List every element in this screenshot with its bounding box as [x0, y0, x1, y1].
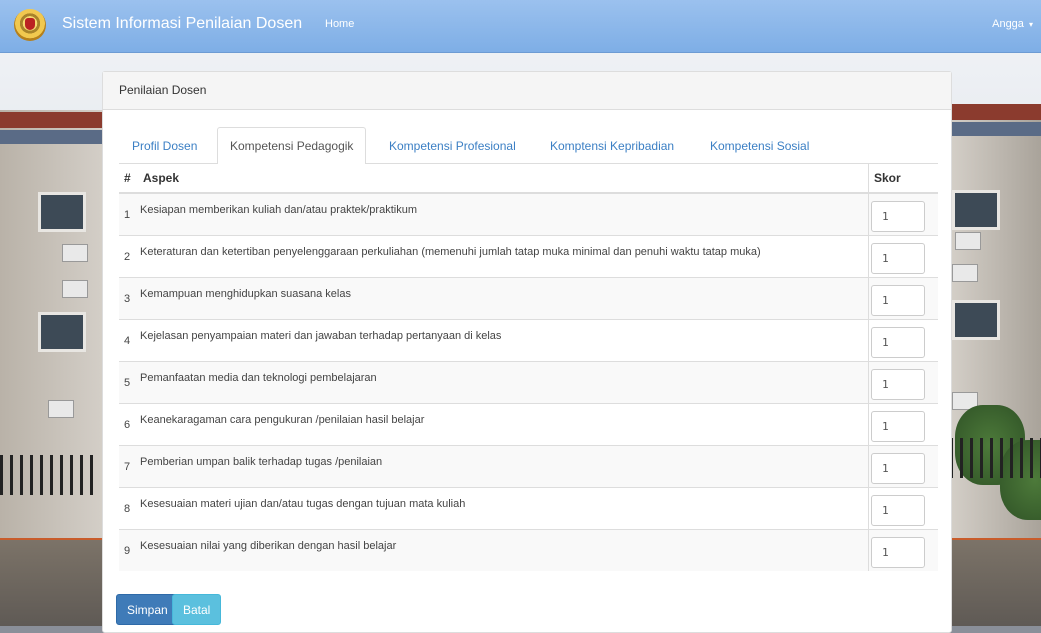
skor-input[interactable]: [871, 327, 925, 358]
row-aspek-cell: Keteraturan dan ketertiban penyelenggara…: [138, 235, 869, 278]
table-row: 7 Pemberian umpan balik terhadap tugas /p…: [119, 445, 938, 488]
row-skor-cell: [868, 403, 938, 446]
tab-kompetensi-profesional[interactable]: Kompetensi Profesional: [376, 127, 529, 163]
save-button[interactable]: Simpan: [116, 594, 179, 625]
row-aspek-text: Kejelasan penyampaian materi dan jawaban…: [140, 329, 502, 342]
row-number: 2: [119, 235, 138, 278]
top-navbar: Sistem Informasi Penilaian Dosen Home An…: [0, 0, 1041, 53]
row-number: 4: [119, 319, 138, 362]
caret-down-icon: ▾: [1028, 20, 1033, 29]
table-row: 5 Pemanfaatan media dan teknologi pembela…: [119, 361, 938, 404]
table-row: 1 Kesiapan memberikan kuliah dan/atau pra…: [119, 192, 938, 236]
row-skor-cell: [868, 361, 938, 404]
assessment-table: # Aspek Skor 1 Kesiapan memberikan kuliah…: [119, 163, 938, 571]
user-name: Angga: [992, 18, 1024, 30]
row-aspek-cell: Pemanfaatan media dan teknologi pembelaj…: [138, 361, 869, 404]
row-number: 6: [119, 403, 138, 446]
row-skor-cell: [868, 319, 938, 362]
table-row: 4 Kejelasan penyampaian materi dan jawaba…: [119, 319, 938, 362]
competency-tabs: Profil Dosen Kompetensi Pedagogik Kompet…: [119, 127, 938, 164]
row-aspek-cell: Pemberian umpan balik terhadap tugas /pe…: [138, 445, 869, 488]
row-aspek-cell: Keanekaragaman cara pengukuran /penilaia…: [138, 403, 869, 446]
skor-input[interactable]: [871, 369, 925, 400]
header-aspek: Aspek: [138, 163, 869, 194]
cancel-button[interactable]: Batal: [172, 594, 222, 625]
row-number: 8: [119, 487, 138, 530]
row-aspek-text: Pemanfaatan media dan teknologi pembelaj…: [140, 371, 377, 384]
table-row: 3 Kemampuan menghidupkan suasana kelas: [119, 277, 938, 320]
table-header-row: # Aspek Skor: [119, 163, 938, 194]
header-skor: Skor: [868, 163, 938, 194]
row-aspek-text: Keteraturan dan ketertiban penyelenggara…: [140, 245, 761, 258]
row-aspek-cell: Kesesuaian nilai yang diberikan dengan h…: [138, 529, 869, 571]
skor-input[interactable]: [871, 495, 925, 526]
row-aspek-cell: Kesesuaian materi ujian dan/atau tugas d…: [138, 487, 869, 530]
row-aspek-text: Kesiapan memberikan kuliah dan/atau prak…: [140, 203, 417, 216]
row-aspek-cell: Kejelasan penyampaian materi dan jawaban…: [138, 319, 869, 362]
row-number: 1: [119, 192, 138, 236]
row-number: 3: [119, 277, 138, 320]
skor-input[interactable]: [871, 285, 925, 316]
row-skor-cell: [868, 529, 938, 571]
skor-input[interactable]: [871, 243, 925, 274]
row-aspek-cell: Kemampuan menghidupkan suasana kelas: [138, 277, 869, 320]
assessment-panel: Penilaian Dosen Profil Dosen Kompetensi …: [102, 71, 952, 633]
app-brand[interactable]: Sistem Informasi Penilaian Dosen: [62, 15, 302, 33]
row-skor-cell: [868, 277, 938, 320]
table-row: 2 Keteraturan dan ketertiban penyelenggar…: [119, 235, 938, 278]
skor-input[interactable]: [871, 201, 925, 232]
row-skor-cell: [868, 192, 938, 236]
nav-home-link[interactable]: Home: [325, 18, 354, 30]
table-row: 8 Kesesuaian materi ujian dan/atau tugas …: [119, 487, 938, 530]
header-num: #: [119, 163, 138, 194]
tab-kompetensi-sosial[interactable]: Kompetensi Sosial: [697, 127, 822, 163]
tab-kompetensi-pedagogik[interactable]: Kompetensi Pedagogik: [217, 127, 367, 164]
row-aspek-text: Kemampuan menghidupkan suasana kelas: [140, 287, 351, 300]
table-row: 6 Keanekaragaman cara pengukuran /penilai…: [119, 403, 938, 446]
row-number: 7: [119, 445, 138, 488]
tab-profil-dosen[interactable]: Profil Dosen: [119, 127, 210, 163]
user-menu[interactable]: Angga ▾: [992, 18, 1033, 30]
table-row: 9 Kesesuaian nilai yang diberikan dengan …: [119, 529, 938, 571]
university-logo-icon[interactable]: [14, 9, 46, 41]
skor-input[interactable]: [871, 453, 925, 484]
row-aspek-text: Pemberian umpan balik terhadap tugas /pe…: [140, 455, 383, 468]
row-number: 5: [119, 361, 138, 404]
row-skor-cell: [868, 235, 938, 278]
row-aspek-text: Kesesuaian materi ujian dan/atau tugas d…: [140, 497, 466, 510]
row-aspek-text: Kesesuaian nilai yang diberikan dengan h…: [140, 539, 397, 552]
row-skor-cell: [868, 445, 938, 488]
row-aspek-cell: Kesiapan memberikan kuliah dan/atau prak…: [138, 192, 869, 236]
row-skor-cell: [868, 487, 938, 530]
row-number: 9: [119, 529, 138, 571]
tab-komptensi-kepribadian[interactable]: Komptensi Kepribadian: [537, 127, 687, 163]
skor-input[interactable]: [871, 411, 925, 442]
row-aspek-text: Keanekaragaman cara pengukuran /penilaia…: [140, 413, 425, 426]
skor-input[interactable]: [871, 537, 925, 568]
panel-heading: Penilaian Dosen: [103, 72, 951, 110]
